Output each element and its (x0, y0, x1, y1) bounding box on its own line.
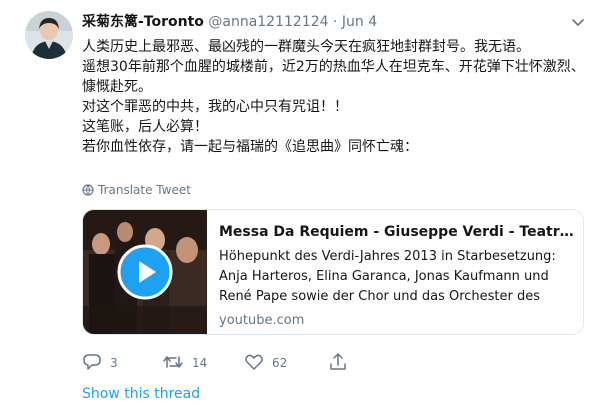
reply-button[interactable]: 3 (82, 352, 118, 374)
retweet-icon (163, 356, 183, 368)
card-description: Höhepunkt des Verdi-Jahres 2013 in Starb… (219, 249, 556, 304)
tweet-line: 对这个罪恶的中共，我的心中只有咒诅！！ (82, 99, 348, 115)
separator-dot: · (333, 14, 338, 30)
like-count: 62 (272, 356, 288, 370)
globe-icon (82, 184, 94, 196)
retweet-button[interactable]: 14 (162, 352, 207, 374)
reply-icon (83, 354, 101, 370)
retweet-count: 14 (192, 356, 208, 370)
card-text: Messa Da Requiem - Giuseppe Verdi - Teat… (219, 222, 574, 330)
share-button[interactable] (328, 352, 356, 374)
tweet-line: 慷慨赴死。 (82, 79, 152, 95)
tweet-text: 人类历史上最邪恶、最凶残的一群魔头今天在疯狂地封群封号。我无语。 遥想30年前那… (82, 37, 585, 157)
tweet-line: 人类历史上最邪恶、最凶残的一群魔头今天在疯狂地封群封号。我无语。 (82, 39, 530, 55)
translate-label: Translate Tweet (98, 183, 191, 197)
tweet-date[interactable]: Jun 4 (342, 14, 377, 30)
chevron-down-icon (572, 19, 584, 26)
tweet-line: 若你血性依存，请一起与福瑞的《追思曲》同怀亡魂： (82, 139, 418, 155)
share-icon (330, 353, 346, 370)
card-title[interactable]: Messa Da Requiem - Giuseppe Verdi - Teat… (219, 222, 574, 242)
heart-icon (245, 354, 263, 370)
avatar-image (25, 11, 73, 59)
author-handle[interactable]: @anna12112124 (208, 14, 328, 30)
card-domain: youtube.com (219, 313, 305, 328)
tweet[interactable]: 采菊东篱-Toronto @anna12112124 · Jun 4 人类历史上… (0, 0, 593, 414)
avatar[interactable] (25, 11, 73, 59)
video-thumbnail[interactable] (83, 210, 207, 334)
author-name[interactable]: 采菊东篱-Toronto (82, 14, 204, 30)
tweet-header: 采菊东篱-Toronto @anna12112124 · Jun 4 (82, 12, 377, 32)
tweet-line: 这笔账，后人必算！ (82, 119, 208, 135)
like-button[interactable]: 62 (244, 352, 287, 374)
tweet-line: 遥想30年前那个血腥的城楼前，近2万的热血华人在坦克车、开花弹下壮怀激烈、 (82, 59, 585, 75)
tweet-menu-button[interactable] (571, 14, 585, 26)
play-icon[interactable] (117, 244, 173, 300)
show-thread-link[interactable]: Show this thread (82, 385, 200, 403)
link-card[interactable]: Messa Da Requiem - Giuseppe Verdi - Teat… (82, 209, 584, 335)
reply-count: 3 (110, 356, 118, 370)
translate-tweet-link[interactable]: Translate Tweet (82, 181, 191, 199)
